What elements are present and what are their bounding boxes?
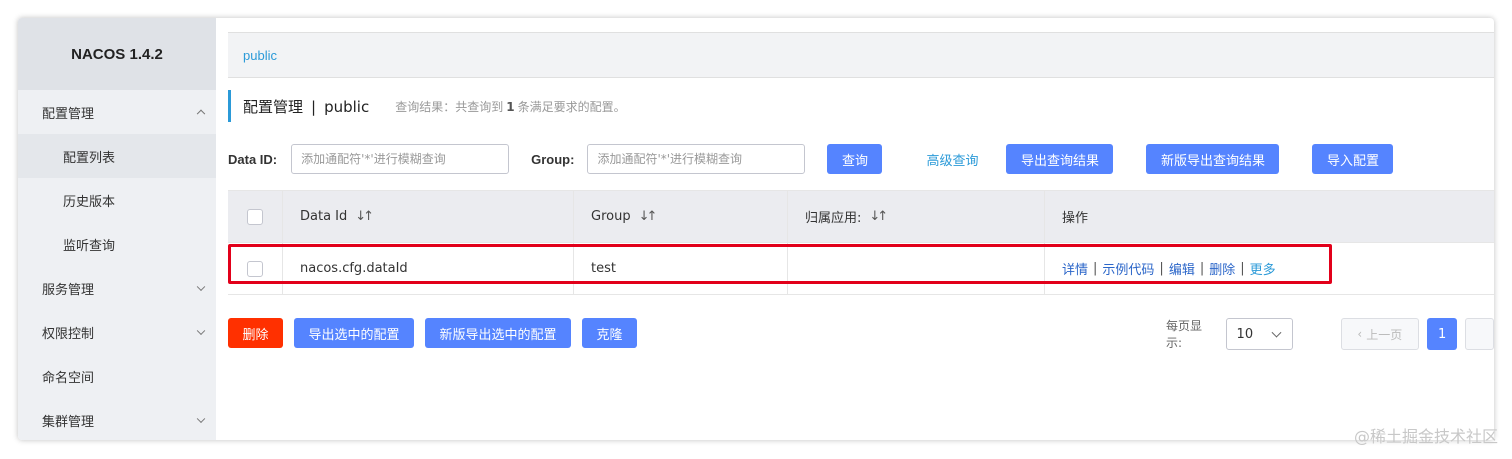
sidebar-item-label: 命名空间: [42, 370, 95, 386]
select-all-checkbox[interactable]: [247, 208, 263, 225]
advanced-search-link[interactable]: 高级查询: [926, 150, 978, 169]
cell-app: [788, 243, 1045, 294]
sidebar-item-access-control[interactable]: 权限控制: [18, 310, 216, 354]
import-config-button[interactable]: 导入配置: [1312, 144, 1394, 174]
column-header-dataid: Data Id ↓↑: [283, 191, 574, 242]
page-title-text: 配置管理: [243, 97, 304, 116]
op-separator: |: [1240, 261, 1245, 276]
page-size-select[interactable]: 10: [1225, 318, 1293, 350]
op-separator: |: [1093, 261, 1098, 276]
namespace-link-public[interactable]: public: [243, 48, 277, 63]
sidebar-menu: 配置管理 配置列表 历史版本 监听查询 服务管理 权限控制 命名空间 集群管理: [18, 90, 216, 440]
cell-dataid: nacos.cfg.dataId: [283, 243, 574, 294]
sidebar-item-label: 配置管理: [42, 106, 95, 122]
sort-icon[interactable]: ↓↑: [639, 209, 658, 224]
sort-icon[interactable]: ↓↑: [355, 209, 374, 224]
filter-bar: Data ID: Group: 查询 高级查询 导出查询结果 新版导出查询结果 …: [228, 144, 1394, 174]
delete-link[interactable]: 删除: [1209, 259, 1235, 278]
page-size-label: 每页显示:: [1166, 319, 1203, 350]
group-label: Group:: [531, 151, 575, 167]
main-content: public 配置管理 | public 查询结果：共查询到 1 条满足要求的配置。 D…: [216, 18, 1494, 440]
export-results-new-button[interactable]: 新版导出查询结果: [1146, 144, 1280, 174]
export-results-button[interactable]: 导出查询结果: [1006, 144, 1114, 174]
header-select-cell: [228, 191, 283, 242]
sidebar-item-namespace[interactable]: 命名空间: [18, 354, 216, 398]
watermark: @稀土掘金技术社区: [1353, 427, 1498, 446]
title-separator: |: [311, 97, 317, 116]
sidebar-item-label: 配置列表: [63, 150, 116, 166]
table-header-row: Data Id ↓↑ Group ↓↑ 归属应用: ↓↑ 操作: [228, 191, 1494, 243]
row-checkbox[interactable]: [247, 260, 263, 277]
batch-actions: 删除 导出选中的配置 新版导出选中的配置 克隆: [228, 318, 637, 348]
table-row: nacos.cfg.dataId test 详情 | 示例代码 | 编辑 | 删…: [228, 243, 1494, 295]
page-title-namespace: public: [324, 97, 370, 116]
sidebar-item-history[interactable]: 历史版本: [18, 178, 216, 222]
sidebar-item-service-management[interactable]: 服务管理: [18, 266, 216, 310]
search-button[interactable]: 查询: [827, 144, 883, 174]
cell-actions: 详情 | 示例代码 | 编辑 | 删除 | 更多: [1045, 243, 1494, 294]
row-select-cell: [228, 243, 283, 294]
sidebar-item-cluster-management[interactable]: 集群管理: [18, 398, 216, 440]
column-header-app: 归属应用: ↓↑: [788, 191, 1045, 242]
column-header-actions: 操作: [1045, 191, 1494, 242]
namespace-bar: public: [228, 32, 1494, 78]
result-prefix: 查询结果：共查询到: [395, 99, 504, 114]
dataid-input[interactable]: [291, 144, 510, 174]
column-header-group: Group ↓↑: [574, 191, 788, 242]
config-table: Data Id ↓↑ Group ↓↑ 归属应用: ↓↑ 操作 nacos.cf…: [228, 190, 1494, 295]
sidebar-item-label: 服务管理: [42, 282, 95, 298]
more-link[interactable]: 更多: [1250, 259, 1276, 278]
page-header: 配置管理 | public 查询结果：共查询到 1 条满足要求的配置。: [228, 90, 626, 122]
sidebar-item-config-list[interactable]: 配置列表: [18, 134, 216, 178]
chevron-down-icon: [196, 414, 206, 424]
page-size-value: 10: [1236, 326, 1254, 342]
batch-delete-button[interactable]: 删除: [228, 318, 283, 348]
sidebar-item-config-management[interactable]: 配置管理: [18, 90, 216, 134]
result-suffix: 条满足要求的配置。: [517, 99, 626, 114]
query-result-summary: 查询结果：共查询到 1 条满足要求的配置。: [395, 98, 625, 115]
clone-button[interactable]: 克隆: [582, 318, 637, 348]
column-label: 操作: [1062, 211, 1089, 226]
next-page-button[interactable]: [1465, 318, 1494, 350]
column-label: Group: [591, 209, 631, 224]
dataid-label: Data ID:: [228, 151, 278, 167]
export-selected-new-button[interactable]: 新版导出选中的配置: [425, 318, 571, 348]
app-logo: NACOS 1.4.2: [18, 18, 216, 90]
chevron-down-icon: [1271, 327, 1282, 338]
result-count: 1: [506, 99, 515, 114]
sidebar-item-label: 集群管理: [42, 414, 95, 430]
export-selected-button[interactable]: 导出选中的配置: [294, 318, 414, 348]
sidebar-item-label: 权限控制: [42, 326, 95, 342]
chevron-down-icon: [196, 326, 206, 336]
sample-code-link[interactable]: 示例代码: [1102, 259, 1154, 278]
chevron-left-icon: ‹: [1357, 327, 1363, 341]
column-label: Data Id: [300, 209, 348, 224]
op-separator: |: [1199, 261, 1205, 276]
sidebar: NACOS 1.4.2 配置管理 配置列表 历史版本 监听查询 服务管理 权限控…: [18, 18, 216, 440]
sort-icon[interactable]: ↓↑: [869, 209, 888, 224]
sidebar-item-label: 历史版本: [63, 194, 116, 210]
sidebar-item-label: 监听查询: [63, 238, 116, 254]
sidebar-item-listener-query[interactable]: 监听查询: [18, 222, 216, 266]
cell-group: test: [574, 243, 788, 294]
op-separator: |: [1159, 261, 1164, 276]
pagination: 每页显示: 10 ‹ 上一页 1: [1166, 318, 1494, 350]
prev-page-button[interactable]: ‹ 上一页: [1340, 318, 1419, 350]
chevron-up-icon: [196, 109, 206, 119]
column-label: 归属应用:: [805, 211, 862, 226]
prev-page-label: 上一页: [1366, 327, 1403, 342]
app-window: NACOS 1.4.2 配置管理 配置列表 历史版本 监听查询 服务管理 权限控…: [18, 18, 1494, 440]
detail-link[interactable]: 详情: [1062, 259, 1088, 278]
page-number-button[interactable]: 1: [1426, 318, 1458, 350]
edit-link[interactable]: 编辑: [1169, 259, 1195, 278]
page-title: 配置管理 | public: [243, 96, 369, 117]
group-input[interactable]: [587, 144, 806, 174]
chevron-down-icon: [196, 282, 206, 292]
